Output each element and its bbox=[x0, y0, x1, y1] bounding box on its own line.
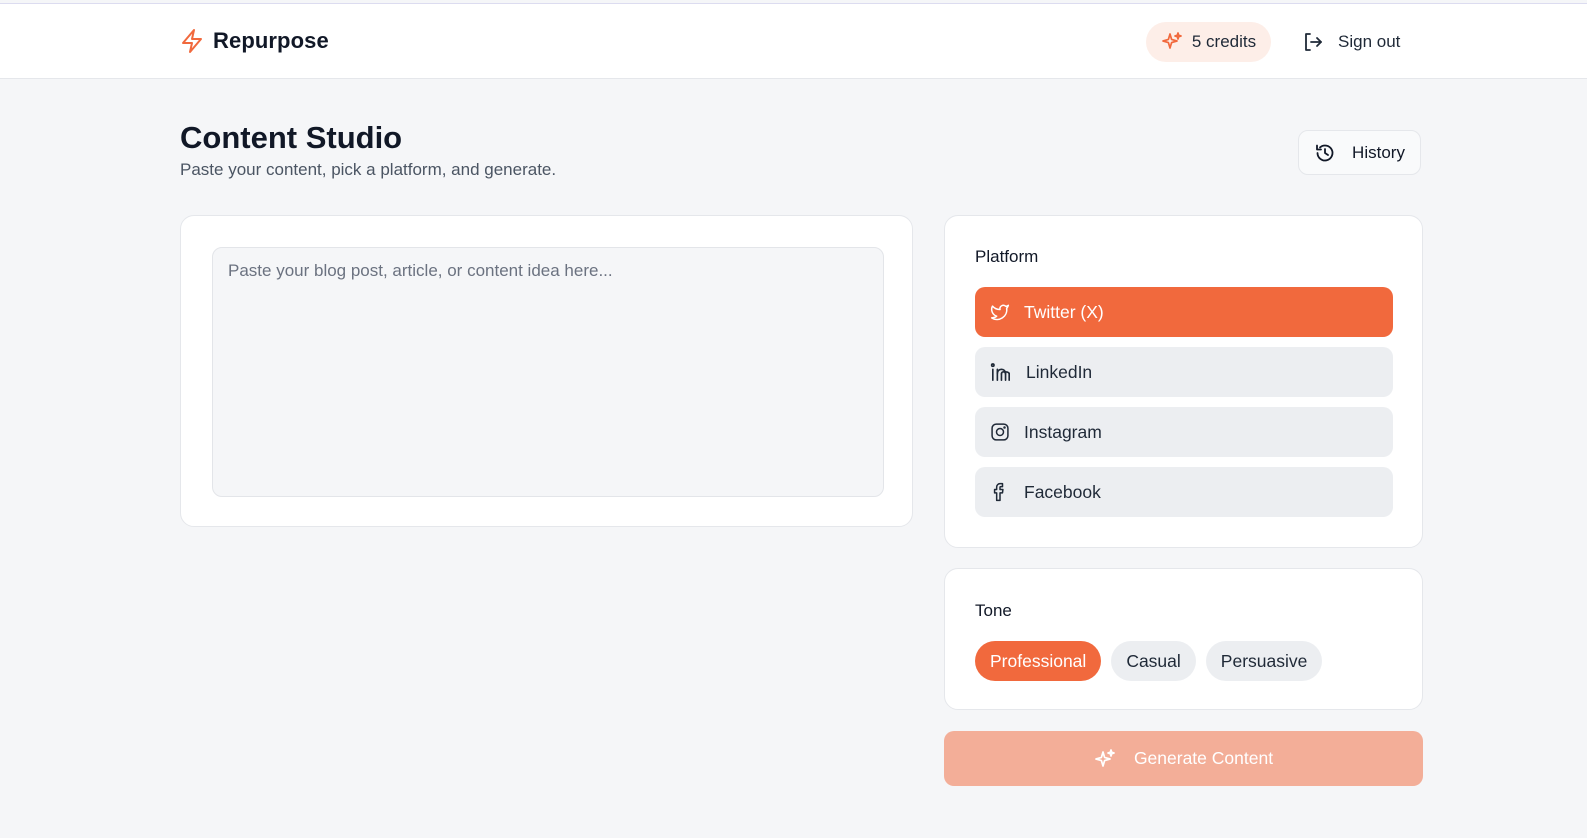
generate-content-button[interactable]: Generate Content bbox=[944, 731, 1423, 786]
brand-name: Repurpose bbox=[213, 28, 329, 53]
history-icon bbox=[1314, 142, 1336, 164]
twitter-icon bbox=[990, 302, 1010, 322]
tone-options: Professional Casual Persuasive bbox=[975, 641, 1323, 681]
history-label: History bbox=[1352, 142, 1405, 162]
sign-out-button[interactable]: Sign out bbox=[1302, 22, 1400, 62]
page-heading: Content Studio Paste your content, pick … bbox=[180, 120, 556, 180]
platform-option-label: Twitter (X) bbox=[1024, 301, 1104, 322]
app-header: Repurpose 5 credits Sign out bbox=[0, 4, 1587, 79]
lightning-icon bbox=[180, 28, 204, 54]
platform-option-facebook[interactable]: Facebook bbox=[975, 467, 1393, 517]
tone-option-casual[interactable]: Casual bbox=[1111, 641, 1196, 681]
tone-card: Tone Professional Casual Persuasive bbox=[944, 568, 1423, 710]
sparkles-icon bbox=[1161, 31, 1183, 53]
platform-option-twitter[interactable]: Twitter (X) bbox=[975, 287, 1393, 337]
sign-out-label: Sign out bbox=[1338, 32, 1401, 51]
content-input-card bbox=[180, 215, 913, 527]
platform-label: Platform bbox=[975, 247, 1039, 266]
tone-label: Tone bbox=[975, 601, 1012, 620]
generate-content-label: Generate Content bbox=[1133, 748, 1274, 768]
credits-badge: 5 credits bbox=[1146, 22, 1271, 62]
history-button[interactable]: History bbox=[1298, 130, 1421, 175]
page-subtitle: Paste your content, pick a platform, and… bbox=[180, 160, 557, 179]
platform-option-label: LinkedIn bbox=[1026, 361, 1093, 382]
platform-option-label: Instagram bbox=[1024, 421, 1102, 442]
platform-card: Platform Twitter (X) LinkedIn Instagram … bbox=[944, 215, 1423, 548]
platform-options: Twitter (X) LinkedIn Instagram Facebook bbox=[975, 287, 1393, 527]
tone-option-professional[interactable]: Professional bbox=[975, 641, 1102, 681]
platform-option-linkedin[interactable]: LinkedIn bbox=[975, 347, 1393, 397]
sparkles-icon bbox=[1094, 748, 1116, 770]
platform-option-label: Facebook bbox=[1024, 481, 1101, 502]
platform-option-instagram[interactable]: Instagram bbox=[975, 407, 1393, 457]
log-out-icon bbox=[1302, 31, 1324, 53]
linkedin-icon bbox=[990, 362, 1012, 382]
instagram-icon bbox=[990, 422, 1010, 442]
content-textarea[interactable] bbox=[212, 247, 884, 497]
facebook-icon bbox=[990, 482, 1010, 502]
brand[interactable]: Repurpose bbox=[180, 28, 329, 54]
credits-label: 5 credits bbox=[1191, 32, 1257, 51]
tone-option-persuasive[interactable]: Persuasive bbox=[1205, 641, 1323, 681]
page-title: Content Studio bbox=[180, 120, 403, 155]
